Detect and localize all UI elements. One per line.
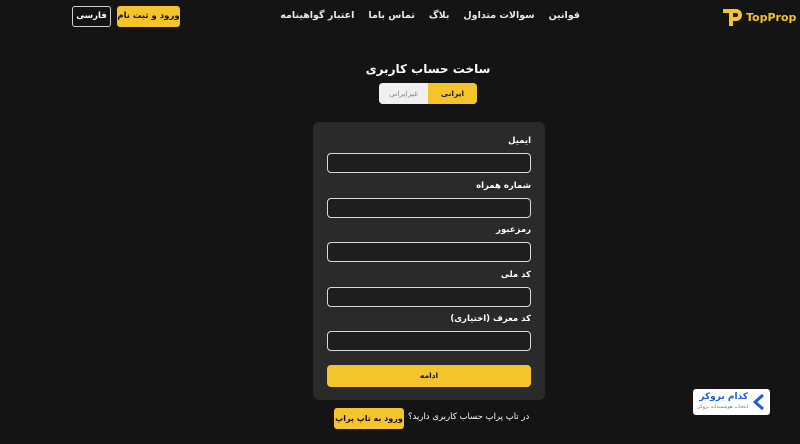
nav-item-faq[interactable]: سوالات متداول [463, 10, 534, 21]
phone-label: شماره همراه [476, 181, 531, 191]
nav-item-certificate[interactable]: اعتبار گواهینامه [280, 10, 354, 21]
badge-title: کدام بروکر [699, 392, 748, 402]
have-account-text: در تاپ پراپ حساب کاربری دارید؟ [408, 412, 530, 422]
referral-code-label: کد معرف (اختیاری) [450, 314, 531, 324]
brand-name: TopProp [746, 10, 797, 24]
password-field[interactable] [327, 242, 531, 262]
referral-code-field[interactable] [327, 331, 531, 351]
topprop-logo-icon [722, 6, 744, 28]
broker-arrow-icon [752, 393, 766, 411]
email-label: ایمیل [508, 136, 531, 146]
national-id-field[interactable] [327, 287, 531, 307]
main-nav: قوانین سوالات متداول بلاگ تماس باما اعتب… [280, 10, 580, 21]
email-field[interactable] [327, 153, 531, 173]
password-label: رمزعبور [496, 225, 531, 235]
phone-field[interactable] [327, 198, 531, 218]
kodam-broker-badge[interactable]: کدام بروکر انتخاب هوشمندانه بروکر [693, 389, 770, 415]
login-register-button[interactable]: ورود و ثبت نام [117, 6, 180, 27]
header: TopProp قوانین سوالات متداول بلاگ تماس ب… [0, 0, 800, 34]
nav-item-rules[interactable]: قوانین [549, 10, 580, 21]
nav-item-contact[interactable]: تماس باما [368, 10, 415, 21]
login-topprop-button[interactable]: ورود به تاپ پراپ [334, 408, 404, 429]
page-title: ساخت حساب کاربری [365, 62, 491, 76]
signup-form: ایمیل شماره همراه رمزعبور کد ملی کد معرف… [313, 122, 545, 400]
nationality-toggle: ایرانی غیرایرانی [379, 83, 477, 104]
nav-item-blog[interactable]: بلاگ [429, 10, 450, 21]
tab-non-iranian[interactable]: غیرایرانی [379, 83, 428, 104]
language-button[interactable]: فارسی [72, 6, 111, 27]
national-id-label: کد ملی [500, 270, 531, 280]
badge-subtitle: انتخاب هوشمندانه بروکر [697, 404, 748, 410]
logo[interactable]: TopProp [722, 6, 796, 28]
tab-iranian[interactable]: ایرانی [428, 83, 477, 104]
continue-button[interactable]: ادامه [327, 365, 531, 387]
